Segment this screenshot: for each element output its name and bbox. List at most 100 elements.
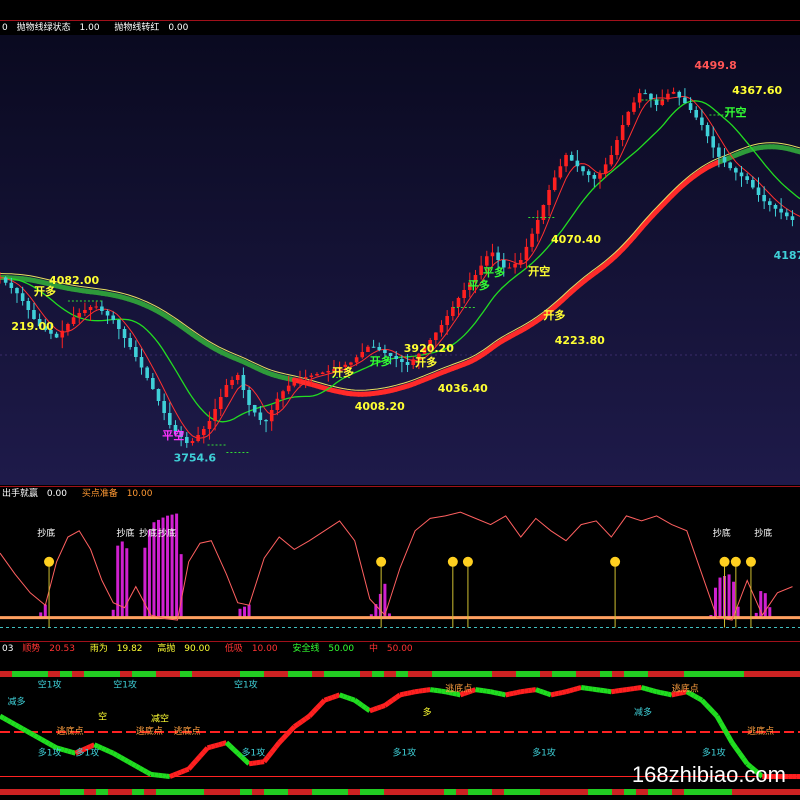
- candle-body: [230, 380, 234, 385]
- price-annotation-8: 开多: [370, 354, 392, 368]
- ind-line-segment: [516, 689, 522, 695]
- candle-body: [739, 172, 744, 177]
- ind-bottom-strip: [288, 789, 300, 795]
- price-header-value-1: 0.00: [168, 23, 189, 33]
- ind-top-strip: [444, 671, 456, 677]
- ind-top-strip: [564, 671, 576, 677]
- ind-top-strip: [768, 671, 780, 677]
- ind-line-segment: [2, 716, 9, 723]
- ind-line-segment: [172, 771, 179, 778]
- candle-body: [9, 282, 14, 288]
- ind-top-strip: [24, 671, 36, 677]
- price-panel[interactable]: 4082.00 219.00 开多 平空 3754.6 开多 3920.20 开多 开多 4036…: [0, 35, 800, 485]
- ind-line-segment: [304, 714, 311, 721]
- ind-line-segment: [629, 686, 635, 692]
- candle-body: [558, 166, 563, 178]
- ind-bottom-strip: [720, 789, 732, 795]
- price-chart-svg[interactable]: 4082.00219.00开多平空3754.6开多3920.20开多开多4036…: [0, 35, 800, 485]
- oscillator-panel[interactable]: 抄底 抄底 抄底 抄底 抄底 抄底: [0, 502, 800, 640]
- candle-body: [756, 187, 761, 195]
- ind-line-segment: [318, 698, 327, 706]
- ind-bottom-strip: [492, 789, 504, 795]
- candle-body: [269, 410, 274, 422]
- price-annotation-6: 3920.20: [404, 342, 454, 355]
- candle-body: [643, 93, 648, 95]
- candle-body: [360, 352, 365, 358]
- ind-bottom-strip: [360, 789, 372, 795]
- candle-body: [298, 378, 302, 380]
- ind-bottom-strip: [12, 789, 24, 795]
- ind-top-strip: [612, 671, 624, 677]
- ind-bottom-strip: [456, 789, 468, 795]
- osc-annotation-3: 抄底: [158, 527, 176, 539]
- ind-line-segment: [123, 757, 130, 764]
- candle-body: [530, 233, 534, 247]
- price-annotation-16: 4223.80: [555, 334, 605, 347]
- smiley-icon: [730, 556, 741, 567]
- ind-line-segment: [437, 688, 442, 694]
- price-annotation-13: 4070.40: [551, 233, 601, 246]
- candle-body: [394, 356, 399, 359]
- candle-body: [518, 260, 523, 264]
- ind-line-segment: [652, 688, 658, 695]
- candle-body: [224, 385, 229, 397]
- ind-bottom-strip: [636, 789, 648, 795]
- ind-header-value-5: 50.00: [386, 644, 413, 654]
- candle-body: [71, 317, 76, 324]
- oscillator-chart-svg[interactable]: 抄底 抄底 抄底 抄底 抄底 抄底: [0, 502, 800, 640]
- ind-top-strip: [180, 671, 192, 677]
- ind-top-strip: [792, 671, 800, 677]
- candle-body: [54, 333, 59, 338]
- candle-body: [462, 290, 466, 298]
- candle-body: [762, 195, 766, 202]
- candle-body: [586, 171, 591, 175]
- candle-body: [564, 155, 568, 167]
- candle-body: [168, 413, 172, 425]
- ind-line-segment: [327, 695, 333, 702]
- ind-top-strip: [456, 671, 468, 677]
- ind-bottom-strip: [48, 789, 60, 795]
- ind-bottom-strip: [108, 789, 120, 795]
- ind-line-segment: [265, 750, 274, 759]
- candle-body: [496, 252, 500, 260]
- ind-bottom-strip: [408, 789, 420, 795]
- ind-line-segment: [214, 742, 220, 749]
- candle-body: [258, 412, 263, 420]
- ind-bottom-strip: [540, 789, 552, 795]
- candle-body: [745, 176, 749, 180]
- ind-line-segment: [25, 728, 32, 736]
- candle-body: [128, 338, 132, 347]
- ind-bottom-strip: [552, 789, 564, 795]
- ind-bottom-strip: [612, 789, 624, 795]
- ind-top-strip: [144, 671, 156, 677]
- candle-body: [779, 208, 783, 213]
- ind-header-item-2: 高抛 90.00: [157, 644, 219, 654]
- candle-body: [400, 359, 404, 362]
- ind-line-segment: [104, 747, 111, 754]
- ind-header-label-4: 安全线: [292, 644, 320, 654]
- ind-top-strip: [384, 671, 396, 677]
- ind-line-segment: [554, 690, 560, 697]
- candle-body: [83, 310, 87, 313]
- ind-top-strip: [672, 671, 684, 677]
- candle-body: [3, 277, 8, 283]
- ind-line-segment: [273, 741, 282, 749]
- candle-body: [235, 375, 240, 380]
- ind-header-item-0: 顺势 20.53: [22, 644, 84, 654]
- ind-top-strip: [348, 671, 360, 677]
- candle-body: [377, 347, 382, 350]
- ind-annotation-12: 多1攻: [392, 746, 416, 758]
- ind-annotation-18: 多: [423, 706, 432, 718]
- ind-line-segment: [176, 769, 183, 776]
- candle-body: [0, 277, 2, 279]
- ind-line-segment: [399, 691, 405, 698]
- candle-body: [513, 263, 517, 268]
- candle-body: [117, 320, 121, 329]
- candle-body: [790, 216, 795, 220]
- price-annotation-3: 平空: [162, 428, 184, 442]
- candle-body: [315, 374, 319, 376]
- candle-body: [717, 147, 721, 157]
- ind-bottom-strip: [72, 789, 84, 795]
- ind-top-strip: [576, 671, 588, 677]
- ind-line-segment: [622, 687, 627, 693]
